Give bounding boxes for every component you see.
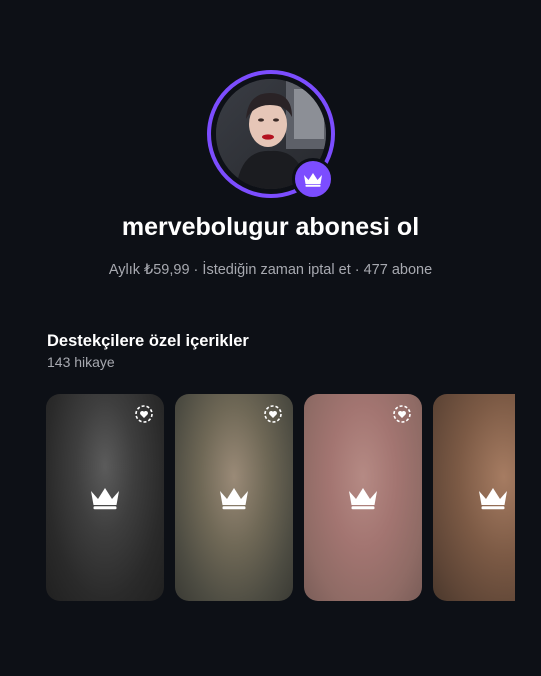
story-count: 143 hikaye [47, 354, 115, 370]
crown-badge [292, 158, 334, 200]
crown-icon [479, 487, 507, 509]
exclusive-content-heading: Destekçilere özel içerikler [47, 332, 249, 350]
story-card[interactable] [46, 394, 164, 601]
crown-icon [304, 173, 322, 187]
crown-icon [91, 487, 119, 509]
close-friends-story-icon [393, 405, 411, 423]
exclusive-stories-carousel[interactable] [0, 394, 515, 602]
subscribe-title: mervebolugur abonesi ol [121, 213, 420, 241]
story-card[interactable] [304, 394, 422, 601]
subscription-info: Aylık ₺59,99 · İstediğin zaman iptal et … [108, 262, 433, 278]
crown-icon [349, 487, 377, 509]
story-card[interactable] [433, 394, 515, 601]
close-friends-story-icon [264, 405, 282, 423]
close-friends-story-icon [135, 405, 153, 423]
story-card[interactable] [175, 394, 293, 601]
crown-icon [220, 487, 248, 509]
